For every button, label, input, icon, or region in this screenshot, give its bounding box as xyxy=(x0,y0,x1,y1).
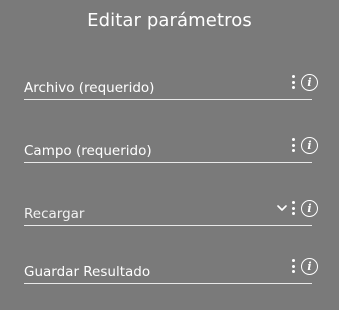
more-vert-icon[interactable] xyxy=(291,259,295,273)
archivo-field[interactable]: Archivo (requerido) i xyxy=(24,70,318,100)
archivo-label: Archivo (requerido) xyxy=(24,80,155,96)
recargar-underline xyxy=(24,225,312,226)
campo-label: Campo (requerido) xyxy=(24,143,152,159)
campo-underline xyxy=(24,162,312,163)
more-vert-icon[interactable] xyxy=(291,138,295,152)
chevron-down-icon[interactable] xyxy=(277,203,287,213)
more-vert-icon[interactable] xyxy=(291,75,295,89)
edit-parameters-panel: Editar parámetros Archivo (requerido) i … xyxy=(0,0,339,310)
guardar-resultado-field[interactable]: Guardar Resultado i xyxy=(24,254,318,284)
info-icon[interactable]: i xyxy=(301,257,318,275)
guardar-resultado-underline xyxy=(24,283,312,284)
guardar-resultado-label: Guardar Resultado xyxy=(24,264,151,280)
info-icon[interactable]: i xyxy=(301,199,318,217)
more-vert-icon[interactable] xyxy=(291,201,295,215)
dialog-title: Editar parámetros xyxy=(87,10,252,31)
guardar-resultado-icons: i xyxy=(291,256,318,276)
campo-field[interactable]: Campo (requerido) i xyxy=(24,133,318,163)
info-icon[interactable]: i xyxy=(301,73,318,91)
archivo-icons: i xyxy=(291,72,318,92)
recargar-label: Recargar xyxy=(24,206,85,222)
recargar-icons: i xyxy=(277,198,318,218)
campo-icons: i xyxy=(291,135,318,155)
archivo-underline xyxy=(24,99,312,100)
info-icon[interactable]: i xyxy=(301,136,318,154)
recargar-select[interactable]: Recargar i xyxy=(24,196,318,226)
